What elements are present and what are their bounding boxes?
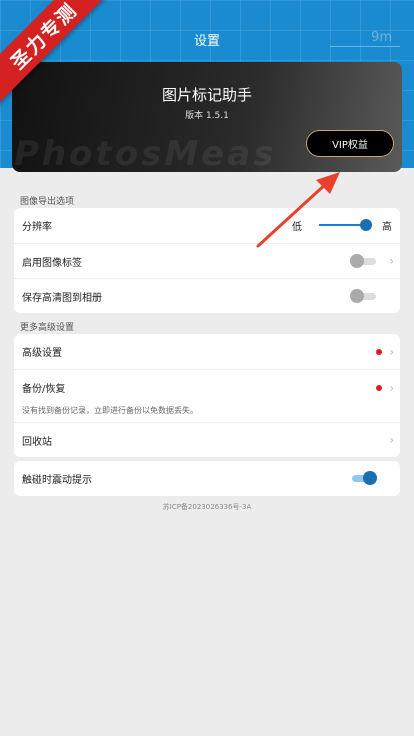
resolution-label: 分辨率	[22, 222, 52, 233]
notification-dot-icon	[376, 348, 382, 355]
app-name: 图片标记助手	[161, 86, 252, 104]
resolution-slider-handle[interactable]	[360, 219, 372, 231]
export-section-title: 图像导出选项	[20, 197, 75, 207]
chevron-right-icon: ›	[389, 433, 394, 447]
export-options-card: 分辨率 低 高 启用图像标签 › 保存高清图到相册	[14, 208, 400, 313]
chevron-right-icon: ›	[389, 344, 394, 359]
resolution-high-label: 高	[382, 222, 392, 233]
chevron-right-icon: ›	[389, 380, 394, 395]
haptics-toggle[interactable]	[350, 471, 377, 485]
backup-note: 没有找到备份记录，立即进行备份以免数据丢失。	[22, 406, 198, 415]
advanced-settings-card: 高级设置 › 备份/恢复 › 没有找到备份记录，立即进行备份以免数据丢失。 回收…	[14, 334, 400, 457]
haptics-row: 触碰时震动提示	[14, 461, 400, 496]
backup-restore-label: 备份/恢复	[22, 384, 66, 395]
advanced-settings-row[interactable]: 高级设置 ›	[14, 334, 400, 369]
haptics-label: 触碰时震动提示	[22, 475, 92, 486]
save-hd-row: 保存高清图到相册	[14, 278, 400, 313]
save-hd-label: 保存高清图到相册	[22, 292, 102, 304]
enable-tag-toggle[interactable]	[350, 254, 376, 268]
advanced-section-title: 更多高级设置	[20, 323, 75, 333]
haptics-card: 触碰时震动提示	[14, 461, 400, 496]
icp-footer: 苏ICP备2023026336号-3A	[162, 503, 252, 511]
resolution-row: 分辨率 低 高	[14, 208, 400, 243]
app-version: 版本 1.5.1	[185, 111, 229, 121]
recycle-bin-label: 回收站	[22, 436, 52, 448]
notification-dot-icon	[376, 384, 382, 391]
save-hd-toggle[interactable]	[350, 289, 376, 303]
backup-block: 备份/恢复 › 没有找到备份记录，立即进行备份以免数据丢失。	[14, 369, 400, 422]
resolution-low-label: 低	[292, 222, 302, 233]
banner-watermark: PhotosMeas	[14, 134, 277, 172]
advanced-settings-label: 高级设置	[22, 348, 62, 359]
chevron-right-icon: ›	[389, 254, 394, 268]
backup-restore-row[interactable]: 备份/恢复 ›	[14, 370, 400, 405]
recycle-bin-row[interactable]: 回收站 ›	[14, 422, 400, 457]
enable-tag-row[interactable]: 启用图像标签 ›	[14, 243, 400, 278]
app-banner: PhotosMeas 图片标记助手 版本 1.5.1 VIP权益	[12, 62, 402, 172]
enable-tag-label: 启用图像标签	[22, 257, 82, 269]
vip-benefits-button[interactable]: VIP权益	[306, 130, 394, 157]
